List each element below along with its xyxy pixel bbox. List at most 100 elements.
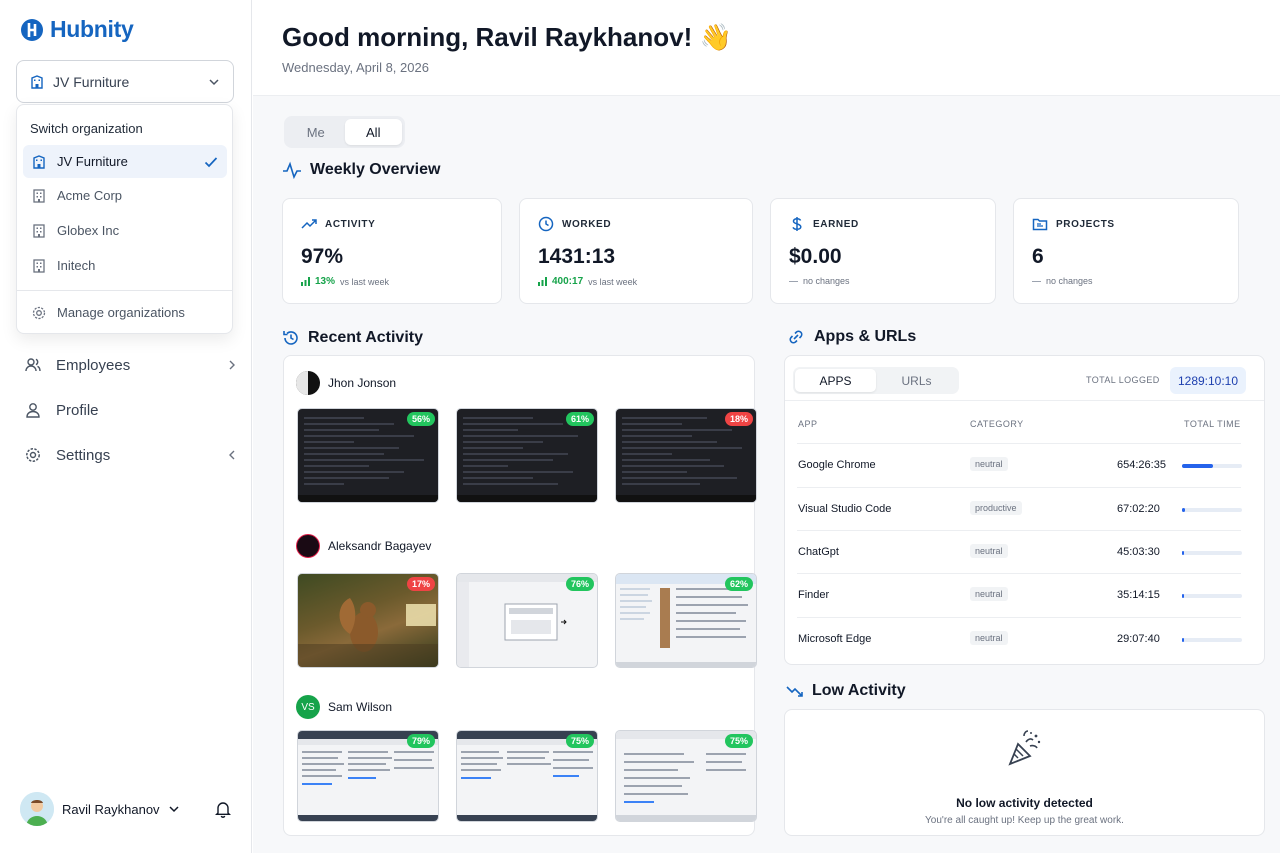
chevron-left-icon <box>229 450 235 460</box>
usage-bar <box>1182 551 1242 555</box>
screenshot-thumbnail[interactable]: 17% <box>297 573 439 668</box>
stat-label: WORKED <box>562 218 612 230</box>
apps-urls-card: APPS URLs TOTAL LOGGED 1289:10:10 APP CA… <box>784 355 1265 665</box>
stat-value: 1431:13 <box>538 245 616 268</box>
total-time: 29:07:40 <box>1117 633 1160 645</box>
screenshot-thumbnail[interactable]: 75% <box>615 730 757 822</box>
total-time: 35:14:15 <box>1117 589 1160 601</box>
column-header-app: APP <box>798 419 818 429</box>
scope-toggle: Me All <box>284 116 405 148</box>
org-option-globex-inc[interactable]: Globex Inc <box>23 214 227 247</box>
wave-emoji: 👋 <box>699 22 732 52</box>
category-tag: neutral <box>970 544 1008 558</box>
bell-icon[interactable] <box>214 800 232 818</box>
screenshot-thumbnail[interactable]: 61% <box>456 408 598 503</box>
org-option-acme-corp[interactable]: Acme Corp <box>23 179 227 212</box>
toggle-all[interactable]: All <box>344 119 402 145</box>
nav-item-employees[interactable]: Employees <box>24 350 238 380</box>
employee-aleksandr-bagayev[interactable]: Aleksandr Bagayev <box>296 534 431 558</box>
empty-state-subtitle: You're all caught up! Keep up the great … <box>925 815 1124 826</box>
organization-name: JV Furniture <box>53 73 130 90</box>
org-option-jv-furniture[interactable]: JV Furniture <box>23 145 227 178</box>
dropdown-title: Switch organization <box>30 121 143 136</box>
apps-urls-title: Apps & URLs <box>786 327 916 347</box>
stat-note: no changes <box>1046 276 1093 286</box>
gear-icon <box>32 306 46 319</box>
dollar-icon <box>792 217 802 231</box>
avatar <box>296 534 320 558</box>
page-title: Good morning, Ravil Raykhanov! 👋 <box>282 22 732 52</box>
activity-badge: 56% <box>406 412 435 426</box>
nav-label: Profile <box>56 401 99 419</box>
weekly-overview-title: Weekly Overview <box>282 160 440 180</box>
toggle-me[interactable]: Me <box>287 119 345 145</box>
screenshot-thumbnail[interactable]: 56% <box>297 408 439 503</box>
tab-apps[interactable]: APPS <box>795 369 876 392</box>
usage-bar <box>1182 508 1242 512</box>
screenshot-thumbnail[interactable]: 18% <box>615 408 757 503</box>
logo[interactable]: Hubnity <box>20 16 134 43</box>
trend-up-icon <box>301 219 317 229</box>
table-row[interactable]: Google Chrome neutral 654:26:35 <box>797 443 1242 486</box>
screenshot-thumbnail[interactable]: 76% <box>456 573 598 668</box>
org-option-label: JV Furniture <box>57 154 128 169</box>
avatar <box>20 792 54 826</box>
sidebar: Hubnity JV Furniture Switch organization… <box>0 0 252 853</box>
app-name: Hubnity <box>50 16 134 42</box>
total-time: 654:26:35 <box>1117 459 1166 471</box>
stat-card-activity: ACTIVITY 97% 13% vs last week <box>282 198 502 304</box>
stat-note: vs last week <box>340 276 390 287</box>
nav-item-settings[interactable]: Settings <box>24 440 238 470</box>
table-row[interactable]: ChatGpt neutral 45:03:30 <box>797 530 1242 573</box>
office-building-icon <box>33 223 45 238</box>
category-tag: productive <box>970 501 1022 515</box>
organization-selector[interactable]: JV Furniture <box>16 60 234 103</box>
bar-chart-icon <box>301 277 310 286</box>
apps-tabs: APPS URLs <box>793 367 959 394</box>
screenshot-thumbnail[interactable]: 79% <box>297 730 439 822</box>
low-activity-card: No low activity detected You're all caug… <box>784 709 1265 836</box>
table-row[interactable]: Visual Studio Code productive 67:02:20 <box>797 487 1242 530</box>
tab-urls[interactable]: URLs <box>876 369 957 392</box>
dropdown-divider <box>17 290 232 291</box>
user-icon <box>26 403 40 418</box>
bar-chart-icon <box>538 277 547 286</box>
org-option-label: Acme Corp <box>57 188 123 203</box>
nav-label: Employees <box>56 356 131 374</box>
table-row[interactable]: Microsoft Edge neutral 29:07:40 <box>797 617 1242 660</box>
employee-sam-wilson[interactable]: VS Sam Wilson <box>296 695 392 719</box>
chevron-down-icon <box>209 78 219 85</box>
trend-down-icon <box>786 686 803 697</box>
table-row[interactable]: Finder neutral 35:14:15 <box>797 573 1242 616</box>
clock-icon <box>538 216 554 232</box>
activity-pulse-icon <box>283 161 301 180</box>
activity-badge: 17% <box>406 577 435 591</box>
page-header: Good morning, Ravil Raykhanov! 👋 Wednesd… <box>253 0 1280 96</box>
app-name: Google Chrome <box>798 459 876 471</box>
org-option-label: Globex Inc <box>57 223 120 238</box>
history-icon <box>283 331 298 345</box>
check-icon <box>204 156 218 167</box>
stat-value: 6 <box>1032 245 1044 268</box>
app-name: Finder <box>798 589 830 601</box>
stat-delta: 400:17 <box>552 276 584 287</box>
employee-jhon-jonson[interactable]: Jhon Jonson <box>296 371 396 395</box>
screenshot-thumbnail[interactable]: 75% <box>456 730 598 822</box>
total-logged-value: 1289:10:10 <box>1170 367 1246 394</box>
hubnity-logo-icon <box>21 18 43 41</box>
stat-card-earned: EARNED $0.00 no changes <box>770 198 996 304</box>
category-tag: neutral <box>970 587 1008 601</box>
users-icon <box>25 358 41 372</box>
screenshot-thumbnail[interactable]: 62% <box>615 573 757 668</box>
stat-delta: 13% <box>315 276 336 287</box>
activity-badge: 61% <box>565 412 594 426</box>
org-option-initech[interactable]: Initech <box>23 249 227 282</box>
user-menu[interactable]: Ravil Raykhanov <box>20 790 232 828</box>
stat-card-projects: PROJECTS 6 no changes <box>1013 198 1239 304</box>
employee-name: Jhon Jonson <box>328 376 397 390</box>
office-building-icon <box>33 188 45 203</box>
manage-organizations-item[interactable]: Manage organizations <box>23 296 227 329</box>
nav-item-profile[interactable]: Profile <box>24 395 238 425</box>
office-building-icon <box>33 258 45 273</box>
stat-label: EARNED <box>813 218 859 230</box>
